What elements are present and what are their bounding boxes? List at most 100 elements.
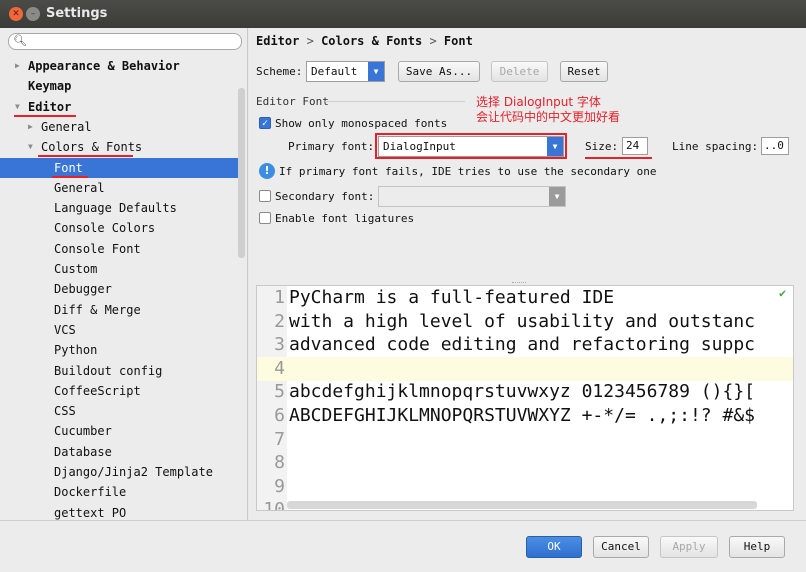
tree-item[interactable]: Console Font	[0, 239, 238, 259]
inspection-ok-icon: ✔	[779, 286, 787, 300]
splitter-handle[interactable]	[512, 282, 526, 284]
line-number: 6	[274, 405, 285, 426]
tree-item[interactable]: gettext PO	[0, 503, 238, 520]
tree-item-label: Buildout config	[54, 363, 163, 378]
preview-horizontal-scrollbar[interactable]	[287, 501, 757, 509]
settings-search-input[interactable]: 🔍︎	[8, 33, 242, 50]
tree-item-label: Dockerfile	[54, 485, 127, 500]
preview-text: with a high level of usability and outst…	[289, 310, 755, 332]
primary-font-label: Primary font:	[288, 140, 375, 153]
scheme-label: Scheme:	[256, 65, 303, 78]
apply-button[interactable]: Apply	[660, 536, 718, 558]
annotation-line-1: 选择 DialogInput 字体	[476, 95, 601, 109]
expanded-arrow-icon[interactable]: ▼	[28, 137, 33, 157]
tree-item-label: VCS	[54, 322, 76, 337]
tree-scrollbar[interactable]	[238, 88, 245, 258]
tree-item-label: Appearance & Behavior	[28, 59, 180, 73]
section-divider	[325, 101, 465, 102]
ok-button[interactable]: OK	[526, 536, 582, 558]
tree-item[interactable]: Cucumber	[0, 421, 238, 441]
tree-item[interactable]: VCS	[0, 320, 238, 340]
tree-item[interactable]: Language Defaults	[0, 198, 238, 218]
tree-item-label: Database	[54, 444, 112, 459]
tree-item[interactable]: Console Colors	[0, 218, 238, 238]
tree-item[interactable]: ▶ General	[0, 117, 238, 137]
help-button[interactable]: Help	[729, 536, 785, 558]
font-preview-editor[interactable]: 1 PyCharm is a full-featured IDE 2 with a h…	[256, 285, 794, 511]
minimize-icon: –	[30, 9, 36, 19]
tree-item-label: Font	[54, 160, 83, 175]
breadcrumb-editor: Editor	[256, 34, 300, 48]
line-number: 8	[274, 452, 285, 474]
line-number: 2	[274, 310, 285, 332]
close-icon: ✕	[12, 9, 20, 19]
tree-item[interactable]: Database	[0, 442, 238, 462]
tree-item[interactable]: ▼ Editor	[0, 97, 238, 117]
cancel-button[interactable]: Cancel	[593, 536, 649, 558]
line-spacing-input[interactable]: ..0	[761, 137, 789, 155]
tree-item[interactable]: Keymap	[0, 76, 238, 96]
preview-line: 4	[257, 356, 793, 381]
chevron-down-icon: ▼	[549, 187, 565, 206]
line-spacing-label: Line spacing:	[672, 140, 759, 153]
reset-scheme-button[interactable]: Reset	[560, 61, 608, 82]
line-number: 7	[274, 428, 285, 450]
check-icon: ✓	[261, 118, 269, 129]
ligatures-checkbox[interactable]	[259, 212, 271, 224]
line-number: 3	[274, 334, 285, 356]
tree-item[interactable]: Python	[0, 340, 238, 360]
size-annotation-underline	[585, 157, 652, 159]
delete-scheme-button[interactable]: Delete	[491, 61, 548, 82]
tree-item-label: Django/Jinja2 Template	[54, 465, 213, 479]
annotation-highlight-box	[375, 133, 567, 159]
font-size-input[interactable]: 24	[622, 137, 648, 155]
show-monospaced-checkbox[interactable]: ✓	[259, 117, 271, 129]
preview-text: PyCharm is a full-featured IDE	[289, 287, 615, 308]
tree-item-label: Debugger	[54, 282, 112, 297]
preview-text: abcdefghijklmnopqrstuvwxyz 0123456789 ()…	[289, 381, 755, 403]
breadcrumb-separator: >	[306, 34, 314, 48]
search-icon: 🔍︎	[13, 34, 27, 47]
breadcrumb-colors-fonts: Colors & Fonts	[321, 34, 423, 48]
tree-item[interactable]: Diff & Merge	[0, 300, 238, 320]
annotation-underline	[38, 155, 133, 158]
tree-item-label: CSS	[54, 404, 76, 419]
annotation-note: 选择 DialogInput 字体 会让代码中的中文更加好看	[476, 95, 620, 125]
info-text: If primary font fails, IDE tries to use …	[279, 165, 657, 178]
collapsed-arrow-icon[interactable]: ▶	[28, 117, 33, 137]
window-titlebar: ✕ – Settings	[0, 0, 806, 28]
tree-item[interactable]: Dockerfile	[0, 482, 238, 502]
secondary-font-checkbox[interactable]	[259, 190, 271, 202]
annotation-underline	[52, 175, 88, 178]
preview-text: advanced code editing and refactoring su…	[289, 334, 755, 356]
window-title: Settings	[46, 6, 108, 21]
tree-item-label: Console Font	[54, 241, 141, 256]
tree-item[interactable]: CSS	[0, 401, 238, 421]
tree-item[interactable]: Font	[0, 157, 238, 178]
tree-item[interactable]: ▶ Appearance & Behavior	[0, 56, 238, 76]
scheme-select[interactable]: Default ▼	[306, 61, 385, 82]
tree-item[interactable]: General	[0, 178, 238, 198]
minimize-window-button[interactable]: –	[26, 7, 40, 21]
close-window-button[interactable]: ✕	[9, 7, 23, 21]
breadcrumb-separator: >	[429, 34, 437, 48]
tree-item[interactable]: Custom	[0, 259, 238, 279]
tree-item-label: Editor	[28, 99, 72, 114]
collapsed-arrow-icon[interactable]: ▶	[15, 56, 20, 76]
tree-item[interactable]: ▼ Colors & Fonts	[0, 137, 238, 157]
tree-item[interactable]: CoffeeScript	[0, 381, 238, 401]
expanded-arrow-icon[interactable]: ▼	[15, 97, 20, 117]
tree-item[interactable]: Buildout config	[0, 361, 238, 381]
show-monospaced-label: Show only monospaced fonts	[275, 117, 448, 130]
tree-item[interactable]: Django/Jinja2 Template	[0, 462, 238, 482]
breadcrumb-font: Font	[443, 34, 473, 48]
tree-item-label: Diff & Merge	[54, 302, 141, 317]
line-number: 5	[274, 381, 285, 403]
tree-item[interactable]: Debugger	[0, 279, 238, 299]
tree-item-label: Python	[54, 343, 98, 358]
annotation-underline	[14, 114, 76, 117]
save-as-button[interactable]: Save As...	[398, 61, 480, 82]
preview-text: ABCDEFGHIJKLMNOPQRSTUVWXYZ +-*/= .,;:!? …	[289, 405, 755, 426]
annotation-line-2: 会让代码中的中文更加好看	[476, 110, 621, 124]
secondary-font-select[interactable]: ▼	[378, 186, 566, 207]
